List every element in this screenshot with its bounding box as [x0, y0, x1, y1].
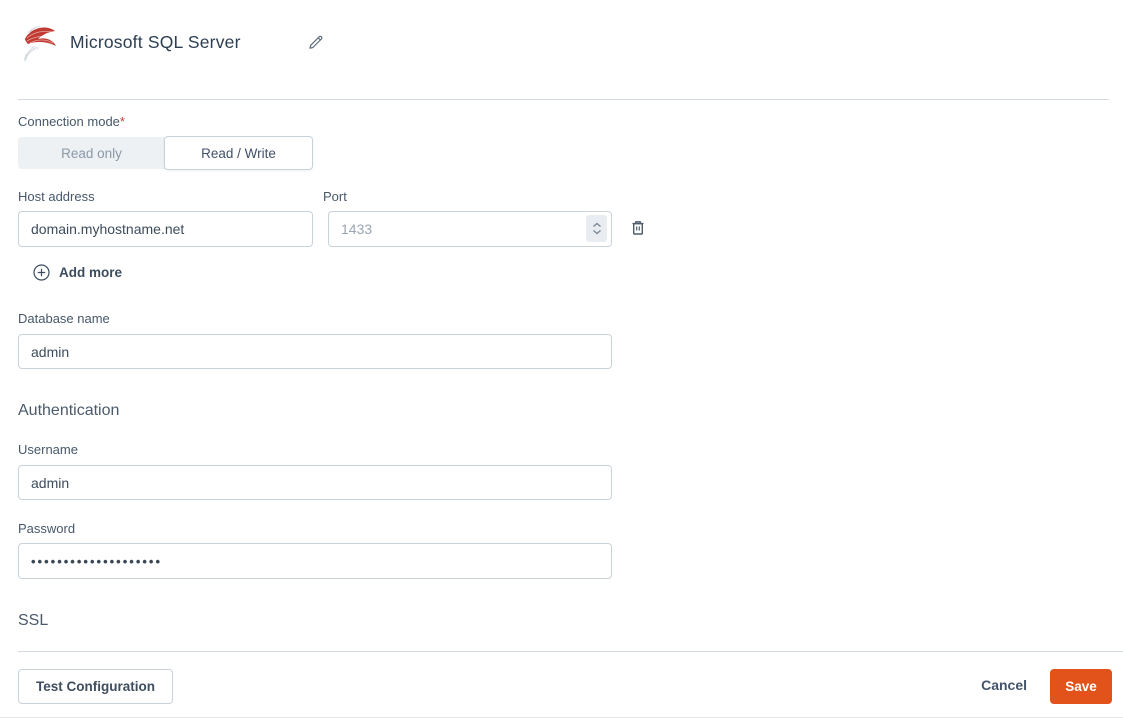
host-address-label: Host address [18, 189, 95, 204]
chevron-up-icon [592, 222, 601, 228]
pencil-icon[interactable] [307, 33, 325, 51]
connection-mode-toggle: Read only Read / Write [18, 136, 313, 170]
toggle-read-only[interactable]: Read only [18, 137, 165, 169]
cancel-button[interactable]: Cancel [981, 677, 1027, 693]
required-marker: * [119, 114, 125, 129]
toggle-read-write[interactable]: Read / Write [164, 136, 313, 170]
header-divider [18, 99, 1109, 100]
username-label: Username [18, 442, 78, 457]
page-title: Microsoft SQL Server [70, 32, 241, 52]
sql-server-logo-icon [22, 24, 56, 62]
plus-circle-icon [33, 264, 50, 281]
footer-divider [18, 651, 1123, 652]
password-input[interactable] [18, 543, 612, 579]
save-button[interactable]: Save [1050, 669, 1112, 704]
port-label: Port [323, 189, 347, 204]
add-more-button[interactable]: Add more [33, 264, 122, 281]
database-name-label: Database name [18, 311, 110, 326]
database-name-input[interactable] [18, 334, 612, 369]
host-address-input[interactable] [18, 211, 313, 247]
username-input[interactable] [18, 465, 612, 500]
password-label: Password [18, 521, 76, 536]
chevron-down-icon [592, 229, 601, 235]
authentication-heading: Authentication [18, 402, 120, 419]
connection-mode-label: Connection mode* [18, 114, 125, 129]
add-more-label: Add more [59, 265, 123, 280]
port-input[interactable] [328, 211, 612, 247]
port-stepper[interactable] [586, 215, 607, 242]
bottom-border [0, 717, 1123, 718]
ssl-heading: SSL [18, 612, 49, 629]
test-configuration-button[interactable]: Test Configuration [18, 669, 173, 704]
trash-icon[interactable] [629, 219, 647, 237]
